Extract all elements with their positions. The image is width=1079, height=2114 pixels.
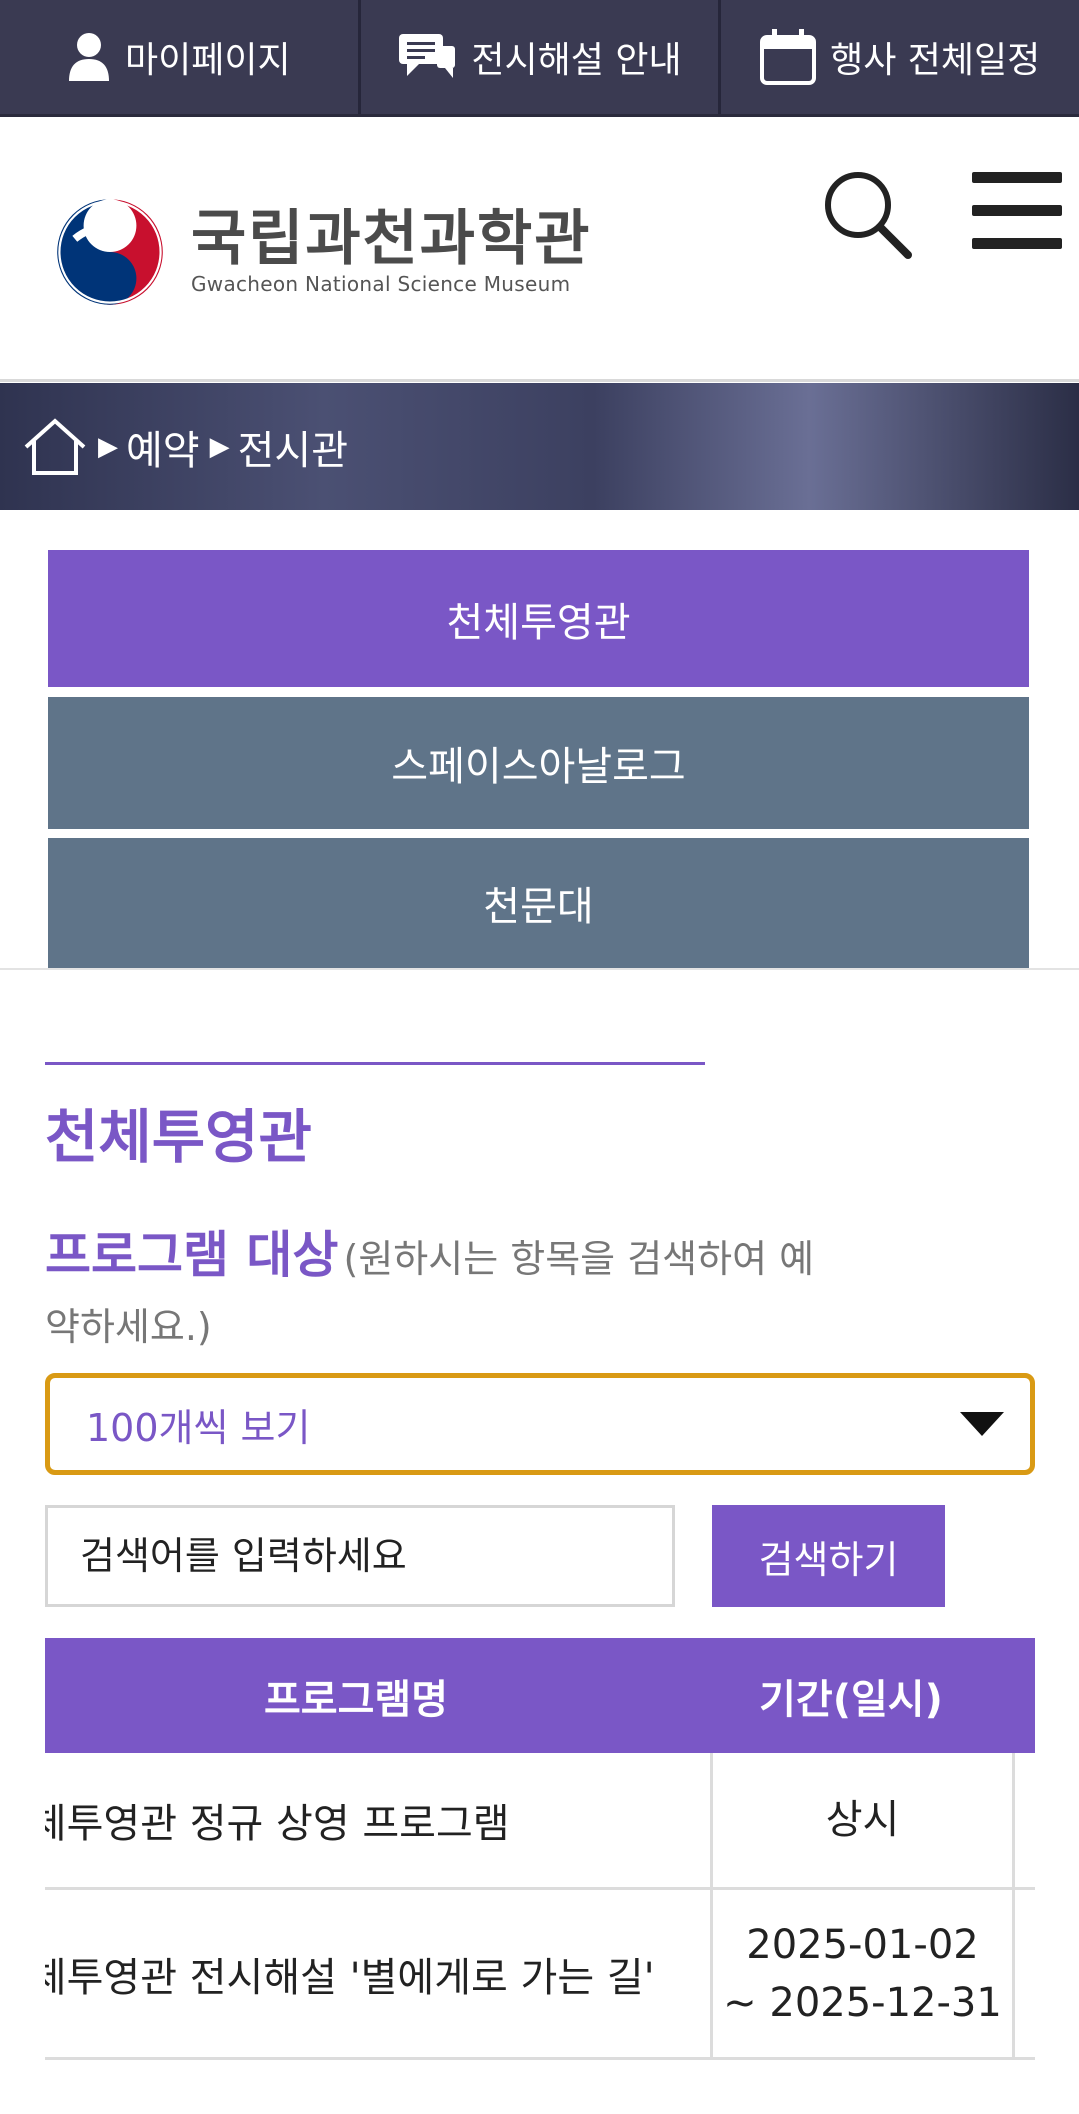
search-button[interactable] bbox=[820, 167, 920, 267]
chat-icon bbox=[399, 34, 456, 78]
program-name[interactable]: 천체투영관 정규 상영 프로그램 bbox=[45, 1791, 510, 1849]
museum-logo[interactable]: 국립과천과학관 Gwacheon National Science Museum bbox=[55, 197, 591, 307]
logo-title-korean: 국립과천과학관 bbox=[191, 204, 592, 274]
exhibit-guide-label: 전시해설 안내 bbox=[471, 40, 682, 81]
breadcrumb-item-reservation[interactable]: 예약 bbox=[126, 418, 200, 476]
divider bbox=[0, 968, 1079, 970]
search-icon bbox=[825, 172, 912, 259]
column-header-program: 프로그램명 bbox=[264, 1676, 448, 1723]
page-size-select[interactable]: 100개씩 보기 bbox=[45, 1373, 1035, 1475]
table-header: 프로그램명 기간(일시) bbox=[45, 1638, 1035, 1753]
program-table: 프로그램명 기간(일시) 천체투영관 정규 상영 프로그램 상시 천체투영관 전… bbox=[45, 1638, 1035, 2060]
table-row[interactable]: 천체투영관 전시해설 '별에게로 가는 길' 2025-01-02 ~ 2025… bbox=[45, 1890, 1035, 2060]
program-name-cell: 천체투영관 정규 상영 프로그램 bbox=[45, 1753, 713, 1887]
calendar-icon bbox=[760, 29, 817, 85]
period-end: ~ 2025-12-31 bbox=[723, 1979, 1002, 2026]
breadcrumb-arrow-icon: ▶ bbox=[209, 431, 230, 462]
dropdown-caret-icon bbox=[960, 1412, 1004, 1436]
period-cell: 2025-01-02 ~ 2025-12-31 bbox=[713, 1890, 1015, 2057]
tab-observatory[interactable]: 천문대 bbox=[48, 838, 1029, 968]
exhibit-guide-link[interactable]: 전시해설 안내 bbox=[361, 0, 722, 114]
breadcrumb-item-exhibition[interactable]: 전시관 bbox=[238, 418, 348, 476]
breadcrumb: ▶ 예약 ▶ 전시관 bbox=[0, 383, 1079, 510]
program-name-cell: 천체투영관 전시해설 '별에게로 가는 길' bbox=[45, 1890, 713, 2057]
site-header: 국립과천과학관 Gwacheon National Science Museum bbox=[0, 117, 1079, 382]
search-submit-button[interactable]: 검색하기 bbox=[712, 1505, 945, 1607]
table-row[interactable]: 천체투영관 정규 상영 프로그램 상시 bbox=[45, 1753, 1035, 1890]
search-input[interactable] bbox=[45, 1505, 675, 1607]
taegeuk-emblem-icon bbox=[57, 199, 163, 305]
tab-space-analog[interactable]: 스페이스아날로그 bbox=[48, 697, 1029, 829]
column-header-period: 기간(일시) bbox=[759, 1676, 943, 1723]
program-target-label: 프로그램 대상 (원하시는 항목을 검색하여 예약하세요.) bbox=[45, 1225, 845, 1365]
mypage-label: 마이페이지 bbox=[125, 40, 291, 81]
home-icon[interactable] bbox=[22, 417, 88, 477]
event-schedule-label: 행사 전체일정 bbox=[830, 40, 1041, 81]
event-schedule-link[interactable]: 행사 전체일정 bbox=[721, 0, 1079, 114]
mypage-link[interactable]: 마이페이지 bbox=[0, 0, 361, 114]
program-target-heading: 프로그램 대상 bbox=[45, 1226, 339, 1284]
period-cell: 상시 bbox=[713, 1753, 1015, 1887]
top-utility-bar: 마이페이지 전시해설 안내 행사 전체일정 bbox=[0, 0, 1079, 117]
breadcrumb-arrow-icon: ▶ bbox=[98, 431, 118, 462]
tab-planetarium[interactable]: 천체투영관 bbox=[48, 550, 1029, 687]
period-start: 2025-01-02 bbox=[746, 1921, 979, 1968]
hamburger-menu-icon[interactable] bbox=[972, 172, 1062, 262]
section-title: 천체투영관 bbox=[45, 1103, 312, 1171]
section-underline bbox=[45, 1062, 705, 1065]
page-size-selected: 100개씩 보기 bbox=[86, 1405, 311, 1450]
user-icon bbox=[69, 33, 110, 81]
program-name[interactable]: 천체투영관 전시해설 '별에게로 가는 길' bbox=[45, 1945, 655, 2003]
logo-title-english: Gwacheon National Science Museum bbox=[191, 272, 571, 296]
